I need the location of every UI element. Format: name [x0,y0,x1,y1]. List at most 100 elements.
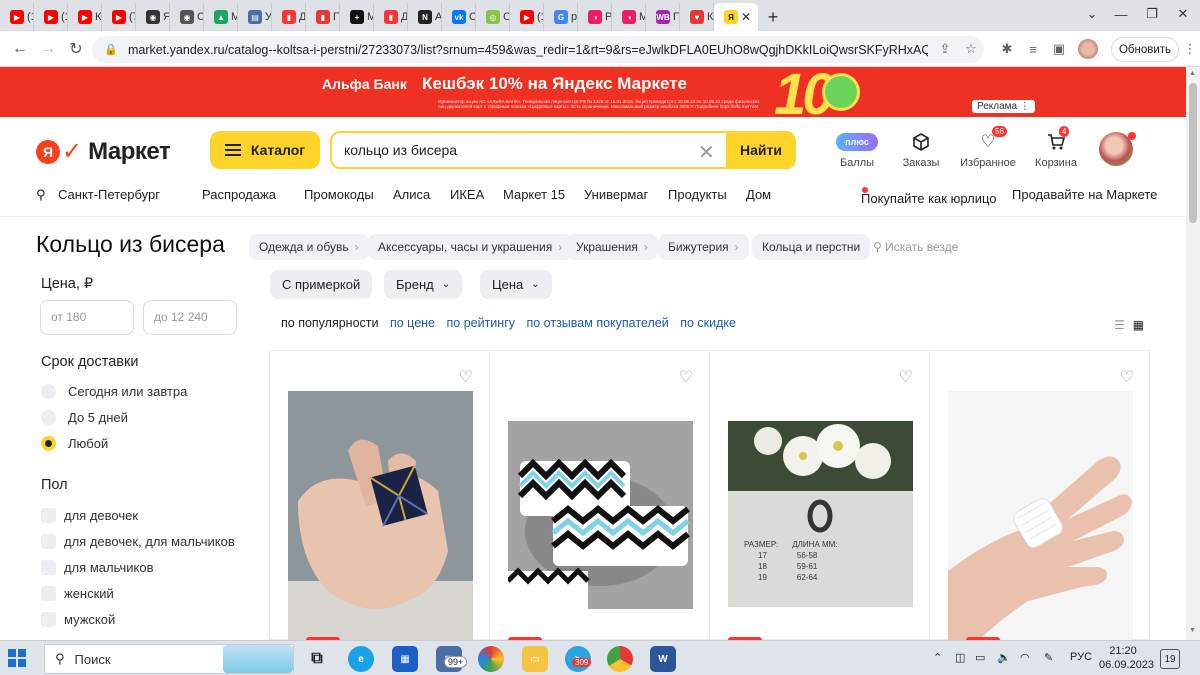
lock-icon[interactable]: 🔒 [104,43,118,56]
location-pin-icon[interactable]: ⚲ [36,187,46,203]
scroll-down-arrow-icon[interactable]: ▼ [1189,627,1196,634]
ad-banner[interactable]: Альфа Банк Кешбэк 10% на Яндекс Маркете … [0,67,1186,117]
browser-tab[interactable]: ◑PI [578,3,612,31]
browser-tab[interactable]: ▮Дз [374,3,408,31]
search-button[interactable]: Найти [726,133,794,167]
product-image-hand-ring[interactable] [288,391,473,641]
sort-popularity[interactable]: по популярности [281,316,379,330]
browser-tab[interactable]: ◉Ян [136,3,170,31]
taskbar-search[interactable]: ⚲ Поиск [44,644,294,674]
browser-menu-icon[interactable]: ⋮ [1180,39,1200,59]
sort-discount[interactable]: по скидке [680,316,736,330]
search-everywhere-link[interactable]: ⚲ Искать везде [873,240,958,254]
breadcrumb-clothes[interactable]: Одежда и обувь › [249,234,369,260]
browser-tab[interactable]: ▤Ус [238,3,272,31]
reload-button[interactable]: ↻ [64,37,88,61]
favorite-heart-icon[interactable]: ♡ [679,367,693,387]
nav-link-univermag[interactable]: Универмаг [584,187,648,202]
tray-app-icon[interactable]: ◫ [955,651,965,664]
price-to-input[interactable]: до 12 240 [143,300,237,335]
product-card[interactable]: ♡ [270,351,490,641]
checkbox[interactable] [41,508,56,523]
price-filter[interactable]: Цена ⌄ [480,270,552,299]
windows-start-icon[interactable] [8,649,26,667]
search-input[interactable] [344,133,704,167]
browser-tab[interactable]: Gpl [544,3,578,31]
scrollbar-thumb[interactable] [1189,83,1197,223]
address-bar[interactable]: 🔒 market.yandex.ru/catalog--koltsa-i-per… [92,36,984,63]
browser-tab[interactable]: vkОг [442,3,476,31]
browser-tab[interactable]: ▶(7 [102,3,136,31]
nav-link-home[interactable]: Дом [746,187,771,202]
brand-filter[interactable]: Бренд ⌄ [384,270,463,299]
sell-link[interactable]: Продавайте на Маркете [1012,187,1157,202]
orders-button[interactable]: Заказы [886,131,956,169]
taskbar-clock[interactable]: 21:20 06.09.2023 [1099,644,1154,672]
browser-tab[interactable]: ▲Мо [204,3,238,31]
close-window-button[interactable]: ✕ [1163,0,1200,28]
notifications-button[interactable]: 19 [1160,649,1180,669]
side-panel-icon[interactable]: ▣ [1049,39,1069,59]
cart-button[interactable]: 4 Корзина [1021,126,1091,169]
profile-avatar-icon[interactable] [1078,39,1098,59]
nav-link-sale[interactable]: Распродажа [202,187,276,202]
nav-link-promocodes[interactable]: Промокоды [304,187,374,202]
browser-tab[interactable]: ▮П [306,3,340,31]
gender-option-girls[interactable]: для девочек [41,508,138,523]
pen-icon[interactable]: ✎ [1044,651,1053,664]
browser-tab[interactable]: NАл [408,3,442,31]
word-icon[interactable]: W [650,646,676,672]
scroll-up-arrow-icon[interactable]: ▲ [1189,70,1196,77]
wifi-icon[interactable]: ◠ [1020,651,1030,664]
points-button[interactable]: плюс Баллы [822,131,892,169]
browser-tab[interactable]: ▶Ки [68,3,102,31]
bookmark-star-icon[interactable]: ☆ [961,39,981,59]
breadcrumb-rings[interactable]: Кольца и перстни [752,234,871,260]
breadcrumb-accessories[interactable]: Аксессуары, часы и украшения › [368,234,573,260]
product-card[interactable]: ♡ [490,351,710,641]
forward-button[interactable]: → [36,37,60,61]
update-button[interactable]: Обновить [1111,37,1179,62]
favorite-heart-icon[interactable]: ♡ [899,367,913,387]
checkbox[interactable] [41,612,56,627]
nav-link-alisa[interactable]: Алиса [393,187,430,202]
browser-tab[interactable]: +М [340,3,374,31]
task-view-icon[interactable]: ⧉ [304,646,330,672]
catalog-button[interactable]: Каталог [210,131,320,169]
delivery-option-5days[interactable]: До 5 дней [41,410,128,425]
edge-icon[interactable]: e [348,646,374,672]
back-button[interactable]: ← [8,37,32,61]
list-view-icon[interactable]: ☰ [1114,318,1125,332]
radio-button[interactable] [41,410,56,425]
product-image-size-chart[interactable]: РАЗМЕР: ДЛИНА ММ: 17 56-58 18 59-61 19 62-64 [728,421,913,607]
product-image-zigzag-rings[interactable] [508,421,693,609]
reading-list-icon[interactable]: ≡ [1023,39,1043,59]
sort-reviews[interactable]: по отзывам покупателей [526,316,668,330]
radio-button-selected[interactable] [41,436,56,451]
nav-link-ikea[interactable]: ИКЕА [450,187,484,202]
clear-search-icon[interactable]: ✕ [698,140,715,165]
volume-icon[interactable]: 🔉 [997,651,1011,664]
favorite-heart-icon[interactable]: ♡ [459,367,473,387]
new-tab-button[interactable]: + [758,3,788,31]
browser-tab[interactable]: ▶(1 [0,3,34,31]
browser-tab[interactable]: ▶(1 [34,3,68,31]
browser-tab[interactable]: ◉Ст [170,3,204,31]
gender-option-boys[interactable]: для мальчиков [41,560,153,575]
browser-tab[interactable]: ◎Сл [476,3,510,31]
delivery-option-today[interactable]: Сегодня или завтра [41,384,187,399]
product-card[interactable]: ♡ [930,351,1150,641]
browser-tab[interactable]: ◑Мо [612,3,646,31]
favorites-button[interactable]: ♡ 56 Избранное [953,126,1023,169]
product-card[interactable]: ♡ РАЗМЕР: ДЛИНА ММ: 17 56-58 18 59-61 19 62-… [710,351,930,641]
browser-tab[interactable]: ♥Ку [680,3,714,31]
nav-link-products[interactable]: Продукты [668,187,727,202]
checkbox[interactable] [41,560,56,575]
photos-icon[interactable] [478,646,504,672]
browser-tab[interactable]: ▮Дз [272,3,306,31]
browser-tab[interactable]: WBПл [646,3,680,31]
product-image-white-ring[interactable] [948,391,1133,641]
page-scrollbar[interactable]: ▲ ▼ [1186,67,1200,640]
url-text[interactable]: market.yandex.ru/catalog--koltsa-i-perst… [128,43,928,57]
nav-link-market15[interactable]: Маркет 15 [503,187,565,202]
